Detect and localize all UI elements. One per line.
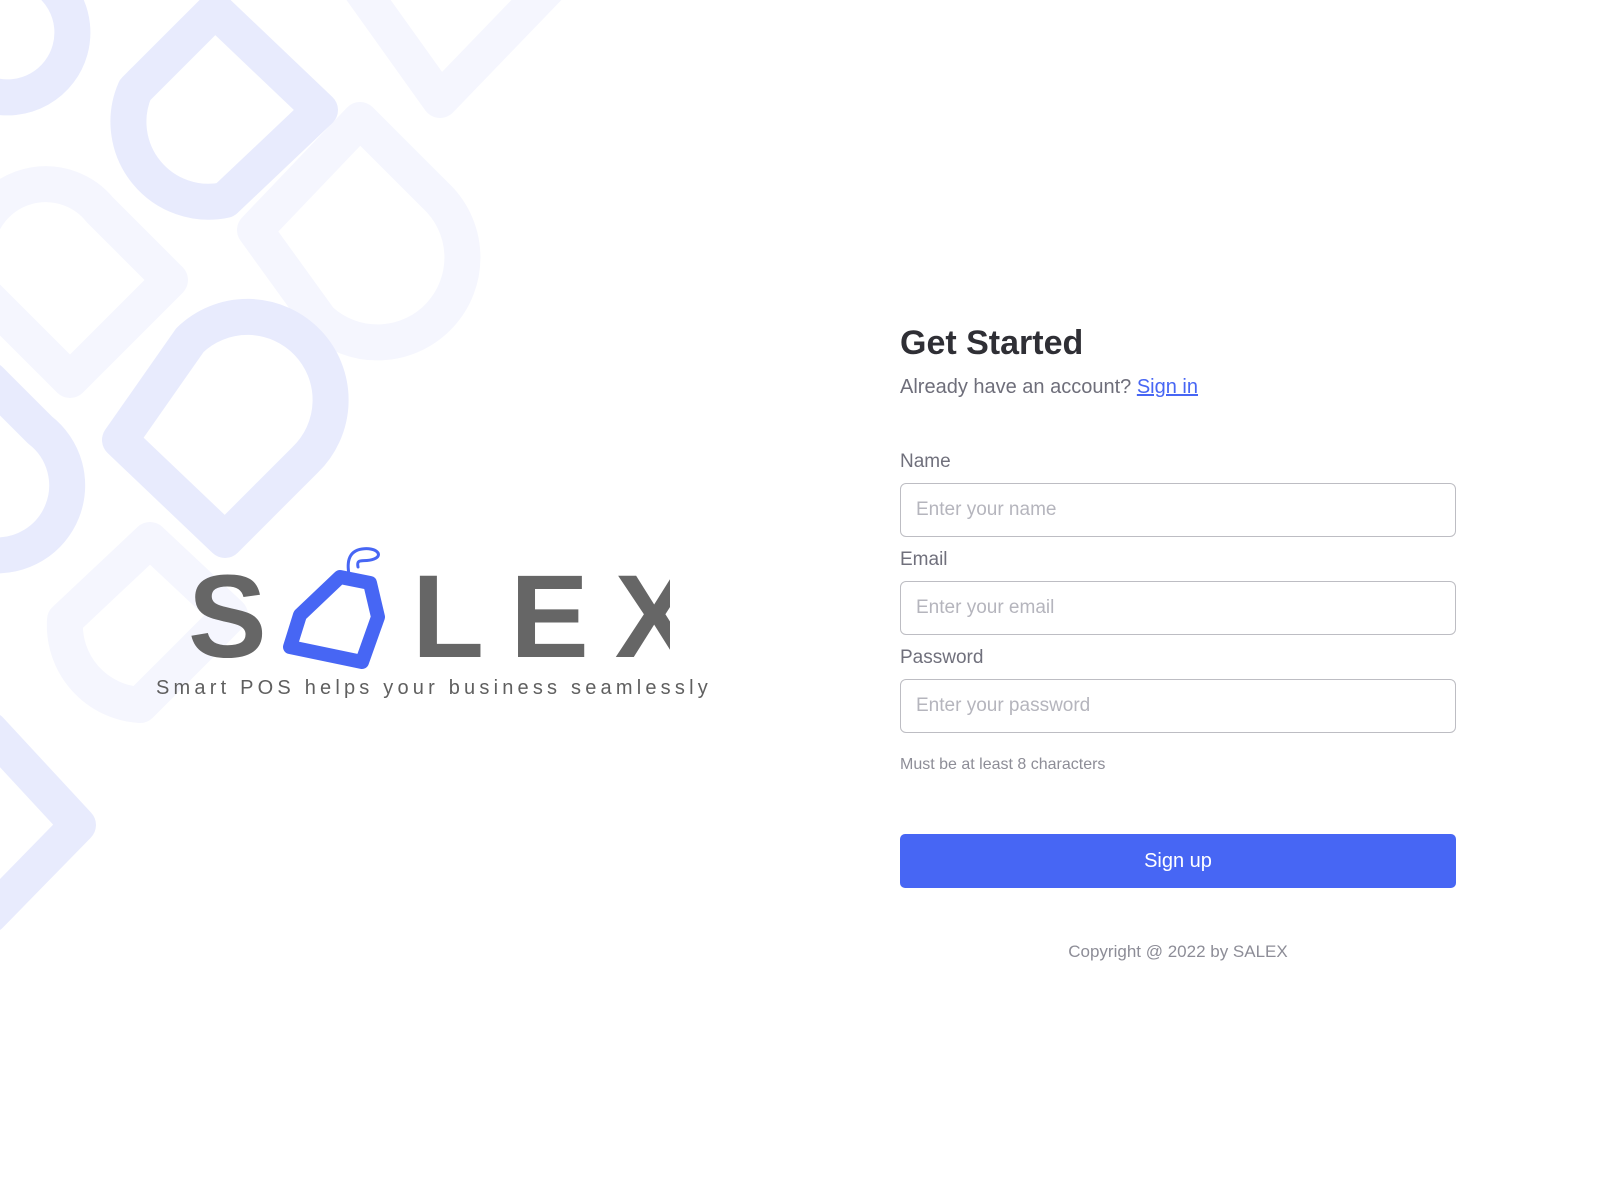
background-pattern-graphic bbox=[0, 0, 562, 930]
password-hint: Must be at least 8 characters bbox=[900, 756, 1106, 773]
signup-form: Get Started Already have an account? Sig… bbox=[900, 322, 1456, 961]
email-label: Email bbox=[900, 549, 948, 570]
password-label: Password bbox=[900, 647, 984, 668]
email-input[interactable] bbox=[900, 581, 1456, 635]
name-label: Name bbox=[900, 451, 951, 472]
account-prompt-text: Already have an account? bbox=[900, 376, 1132, 398]
signin-link[interactable]: Sign in bbox=[1137, 376, 1198, 398]
brand-block: S LEX Smart POS helps your business seam… bbox=[150, 545, 710, 715]
signup-page: S LEX Smart POS helps your business seam… bbox=[0, 0, 1600, 1200]
brand-tagline: Smart POS helps your business seamlessly bbox=[156, 677, 712, 699]
name-field-group: Name bbox=[900, 450, 1456, 537]
signup-button[interactable]: Sign up bbox=[900, 834, 1456, 888]
email-field-group: Email bbox=[900, 548, 1456, 635]
svg-text:LEX: LEX bbox=[412, 551, 670, 670]
page-title: Get Started bbox=[900, 324, 1084, 362]
price-tag-icon bbox=[283, 547, 385, 669]
salex-logo: S LEX bbox=[190, 547, 670, 670]
background-pattern bbox=[0, 0, 800, 960]
password-input[interactable] bbox=[900, 679, 1456, 733]
account-prompt: Already have an account? Sign in bbox=[900, 374, 1456, 400]
name-input[interactable] bbox=[900, 483, 1456, 537]
copyright-text: Copyright @ 2022 by SALEX bbox=[1068, 942, 1288, 961]
password-field-group: Password bbox=[900, 646, 1456, 733]
svg-text:S: S bbox=[190, 551, 267, 670]
